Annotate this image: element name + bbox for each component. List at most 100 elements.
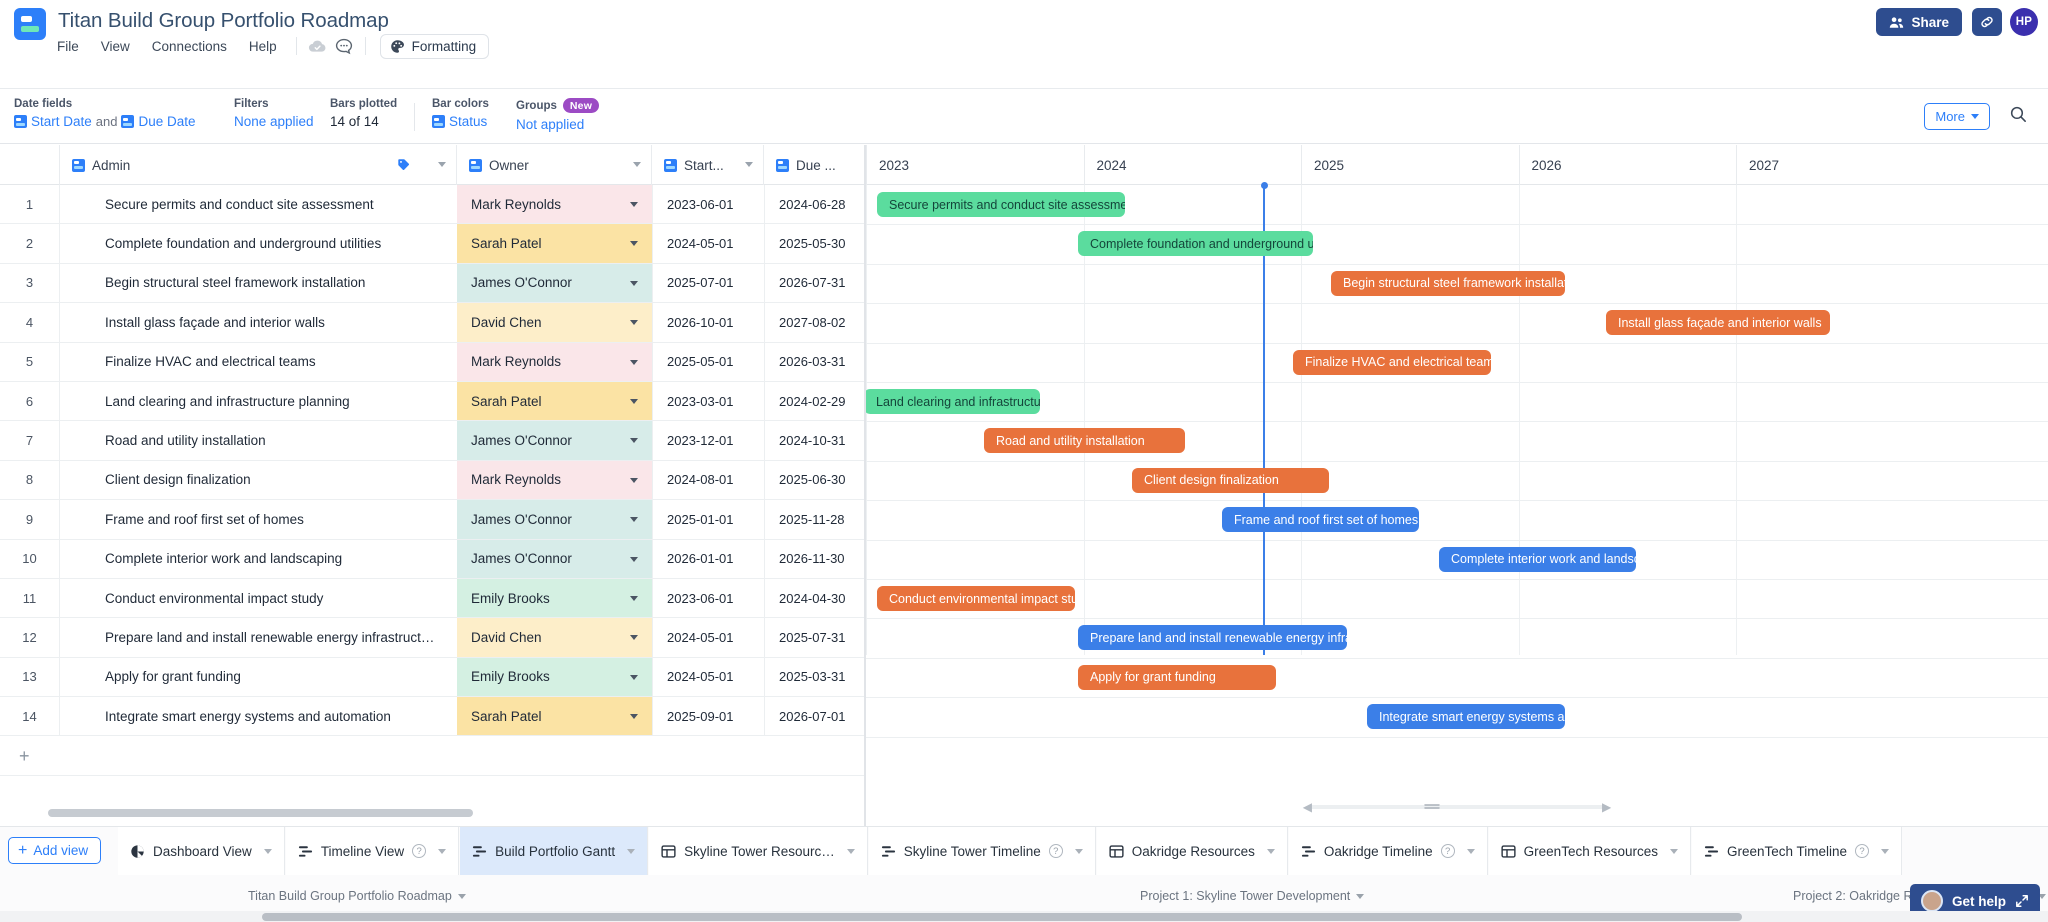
grid-horizontal-scrollbar[interactable] <box>48 809 858 817</box>
more-button[interactable]: More <box>1924 103 1990 130</box>
cell-due-date[interactable]: 2024-02-29 <box>764 381 864 421</box>
chevron-down-icon[interactable] <box>630 635 638 641</box>
gantt-bar[interactable]: Begin structural steel framework install… <box>1331 270 1565 296</box>
due-date-field[interactable]: Due Date <box>138 114 195 129</box>
cell-admin[interactable]: Land clearing and infrastructure plannin… <box>60 382 457 420</box>
help-icon[interactable]: ? <box>412 844 427 858</box>
cell-owner[interactable]: James O'Connor <box>457 263 652 303</box>
page-title[interactable]: Titan Build Group Portfolio Roadmap <box>58 9 389 33</box>
groups-value[interactable]: Not applied <box>516 117 599 132</box>
cell-due-date[interactable]: 2026-11-30 <box>764 539 864 578</box>
cell-admin[interactable]: Complete interior work and landscaping <box>60 540 457 578</box>
cell-due-date[interactable]: 2024-06-28 <box>764 185 864 224</box>
chevron-down-icon[interactable] <box>630 359 638 365</box>
cell-start-date[interactable]: 2026-10-01 <box>652 303 764 342</box>
search-icon[interactable] <box>2009 105 2028 124</box>
scroll-right-arrow[interactable]: ▶ <box>1602 800 1611 814</box>
cell-admin[interactable]: Install glass façade and interior walls <box>60 303 457 341</box>
cell-owner[interactable]: James O'Connor <box>457 539 652 578</box>
cell-owner[interactable]: Sarah Patel <box>457 697 652 736</box>
cell-start-date[interactable]: 2025-05-01 <box>652 342 764 381</box>
help-icon[interactable]: ? <box>1855 844 1870 858</box>
table-row[interactable]: 14 Integrate smart energy systems and aut… <box>0 697 864 737</box>
cell-admin[interactable]: Apply for grant funding <box>60 658 457 696</box>
table-row[interactable]: 9 Frame and roof first set of homes James … <box>0 500 864 540</box>
grid-header-due[interactable]: Due ... <box>764 145 864 185</box>
tab-skyline-tower-resourc[interactable]: Skyline Tower Resourc… <box>649 827 868 875</box>
cell-start-date[interactable]: 2024-08-01 <box>652 460 764 500</box>
chevron-down-icon[interactable] <box>630 477 638 483</box>
table-row[interactable]: 2 Complete foundation and underground uti… <box>0 224 864 264</box>
chevron-down-icon[interactable] <box>630 280 638 286</box>
cell-due-date[interactable]: 2025-05-30 <box>764 224 864 263</box>
gantt-bar[interactable]: Apply for grant funding <box>1078 664 1276 690</box>
table-row[interactable]: 8 Client design finalization Mark Reynolds… <box>0 460 864 501</box>
chevron-down-icon[interactable] <box>438 162 446 167</box>
gantt-bar[interactable]: Complete interior work and landscapi… <box>1439 546 1636 572</box>
share-button[interactable]: Share <box>1876 8 1962 36</box>
cell-admin[interactable]: Finalize HVAC and electrical teams <box>60 343 457 381</box>
project-group-label[interactable]: Titan Build Group Portfolio Roadmap <box>248 889 466 903</box>
avatar[interactable]: HP <box>2010 8 2038 36</box>
comment-icon[interactable] <box>331 35 357 57</box>
tab-oakridge-timeline[interactable]: Oakridge Timeline? <box>1288 827 1488 875</box>
cell-owner[interactable]: David Chen <box>457 618 652 657</box>
cell-admin[interactable]: Road and utility installation <box>60 421 457 459</box>
formatting-button[interactable]: Formatting <box>379 33 490 59</box>
chevron-down-icon[interactable] <box>630 241 638 247</box>
chevron-down-icon[interactable] <box>630 674 638 680</box>
cell-start-date[interactable]: 2026-01-01 <box>652 539 764 578</box>
gantt-bar[interactable]: Frame and roof first set of homes <box>1222 507 1419 533</box>
cell-start-date[interactable]: 2023-03-01 <box>652 381 764 421</box>
chevron-down-icon[interactable] <box>633 162 641 167</box>
airtable-base-icon[interactable] <box>14 8 46 40</box>
menu-file[interactable]: File <box>46 36 90 57</box>
cell-owner[interactable]: James O'Connor <box>457 500 652 539</box>
table-row[interactable]: 11 Conduct environmental impact study Emil… <box>0 578 864 619</box>
cell-owner[interactable]: Mark Reynolds <box>457 185 652 224</box>
cell-owner[interactable]: Sarah Patel <box>457 381 652 421</box>
link-icon[interactable] <box>1972 8 2002 36</box>
chevron-down-icon[interactable] <box>630 438 638 444</box>
menu-view[interactable]: View <box>90 36 141 57</box>
cell-start-date[interactable]: 2025-09-01 <box>652 697 764 736</box>
gantt-bar[interactable]: Prepare land and install renewable energ… <box>1078 625 1347 651</box>
cell-start-date[interactable]: 2024-05-01 <box>652 618 764 657</box>
gantt-bar[interactable]: Integrate smart energy systems and a… <box>1367 704 1565 730</box>
cell-due-date[interactable]: 2024-10-31 <box>764 421 864 460</box>
plus-icon[interactable]: + <box>19 747 30 765</box>
add-record-row[interactable]: + <box>0 736 864 777</box>
cell-admin[interactable]: Prepare land and install renewable energ… <box>60 618 457 656</box>
gantt-bar[interactable]: Road and utility installation <box>984 428 1185 454</box>
cell-start-date[interactable]: 2025-07-01 <box>652 263 764 303</box>
gantt-bar[interactable]: Complete foundation and underground util… <box>1078 231 1313 257</box>
cell-due-date[interactable]: 2026-07-01 <box>764 697 864 736</box>
cell-admin[interactable]: Secure permits and conduct site assessme… <box>60 185 457 223</box>
grid-header-admin[interactable]: Admin <box>60 145 457 185</box>
cell-owner[interactable]: Emily Brooks <box>457 578 652 618</box>
cell-owner[interactable]: David Chen <box>457 303 652 342</box>
expand-icon[interactable] <box>2015 894 2029 908</box>
table-row[interactable]: 5 Finalize HVAC and electrical teams Mark … <box>0 342 864 382</box>
cell-admin[interactable]: Complete foundation and underground util… <box>60 224 457 262</box>
chevron-down-icon[interactable] <box>627 848 636 854</box>
help-icon[interactable]: ? <box>1048 844 1063 858</box>
tabbar-horizontal-scrollbar[interactable] <box>0 911 2048 922</box>
chevron-down-icon[interactable] <box>630 320 638 326</box>
cell-owner[interactable]: Emily Brooks <box>457 657 652 697</box>
filters-value[interactable]: None applied <box>234 114 314 129</box>
menu-connections[interactable]: Connections <box>141 36 238 57</box>
chevron-down-icon[interactable] <box>630 714 638 720</box>
cell-due-date[interactable]: 2026-03-31 <box>764 342 864 381</box>
table-row[interactable]: 12 Prepare land and install renewable ene… <box>0 618 864 658</box>
chevron-down-icon[interactable] <box>1266 848 1275 854</box>
help-icon[interactable]: ? <box>1440 844 1455 858</box>
chevron-down-icon[interactable] <box>1670 848 1678 854</box>
menu-help[interactable]: Help <box>238 36 288 57</box>
gantt-bar[interactable]: Secure permits and conduct site assessme… <box>877 192 1125 217</box>
table-row[interactable]: 3 Begin structural steel framework instal… <box>0 263 864 304</box>
cell-owner[interactable]: Mark Reynolds <box>457 342 652 381</box>
chevron-down-icon[interactable] <box>1356 893 1365 899</box>
cell-start-date[interactable]: 2023-12-01 <box>652 421 764 460</box>
chevron-down-icon[interactable] <box>630 595 638 601</box>
